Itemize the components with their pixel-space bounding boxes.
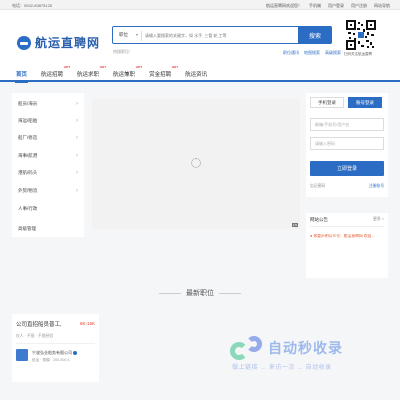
- map-search-link[interactable]: 地图搜索: [304, 50, 320, 56]
- announcement-item[interactable]: ● 郑重声明公众号：航运直聘网 欢迎...: [310, 234, 384, 239]
- login-panel: 手机登录 账号登录 邮箱/手机号/用户名 请输入密码 立即登录 忘记密码 注册账…: [306, 93, 388, 197]
- category-item[interactable]: 船厂/修造: [12, 130, 84, 146]
- company-logo-icon: [16, 349, 28, 361]
- search-bar: 职位 搜索: [112, 26, 332, 44]
- nav-news[interactable]: 航运资讯: [185, 70, 207, 78]
- company-name-text: 宁波弘业船务有限公司: [32, 350, 72, 355]
- login-link[interactable]: 用户登录: [328, 3, 344, 9]
- category-item[interactable]: 外贸/物流: [12, 183, 84, 199]
- nav-shipping-jobs-label: 航运招聘: [41, 72, 64, 78]
- hot-badge: HOT: [171, 65, 179, 69]
- section-title: 最新职位: [0, 288, 400, 298]
- forgot-password-link[interactable]: 忘记密码: [310, 184, 325, 189]
- watermark-subtitle: 做上链接 → 来访一次 → 自动收录: [232, 365, 332, 371]
- site-logo[interactable]: 航运直聘网: [17, 34, 100, 51]
- category-item[interactable]: 海运/船舶: [12, 113, 84, 129]
- nav-home[interactable]: 首页: [14, 70, 29, 83]
- nav-news-label: 航运资讯: [185, 72, 208, 78]
- job-title[interactable]: 公司直招船员普工,: [16, 320, 62, 328]
- job-salary: 8K-15K: [79, 321, 95, 326]
- job-card[interactable]: 公司直招船员普工, 8K-15K 仅人 · 不限 · 不限经验 宁波弘业船务有限…: [12, 314, 99, 382]
- category-item[interactable]: 船员/海员: [12, 96, 84, 112]
- company-name[interactable]: 宁波弘业船务有限公司: [32, 350, 77, 356]
- announcement-panel: 网站公告 更多 > ● 郑重声明公众号：航运直聘网 欢迎...: [306, 213, 388, 278]
- tab-phone-login[interactable]: 手机登录: [310, 97, 344, 108]
- main-nav: 首页 航运招聘 HOT 航运求职 HOT 航运兼职 HOT 赏金招聘 HOT 航运资讯: [0, 65, 400, 83]
- category-menu: 船员/海员 海运/船舶 船厂/修造 海事/航港 港航/码头 外贸/物流 人事/行…: [12, 93, 84, 237]
- nav-home-label: 首页: [16, 72, 28, 78]
- search-input[interactable]: [145, 29, 295, 42]
- company-desc: 航运 · 规模：200-500人: [32, 358, 70, 362]
- login-button[interactable]: 立即登录: [310, 161, 384, 176]
- qr-caption: 扫码关注航运直聘: [344, 52, 372, 56]
- category-item[interactable]: 港航/码头: [12, 165, 84, 181]
- category-item[interactable]: 海事/航港: [12, 148, 84, 164]
- register-account-link[interactable]: 注册账号: [369, 184, 384, 189]
- username-field[interactable]: 邮箱/手机号/用户名: [310, 118, 384, 131]
- search-side-links: 职位通讯 地图搜索 高级搜索: [283, 50, 341, 56]
- qr-code-icon: [346, 20, 376, 50]
- hot-badge: HOT: [135, 65, 143, 69]
- announcement-title: 网站公告: [310, 217, 328, 222]
- top-links: 航运直聘网欢迎您！ 手机端 用户登录 用户注册 网站导航: [266, 3, 390, 9]
- logo-text: 航运直聘网: [35, 36, 101, 50]
- nav-part-time[interactable]: 航运兼职 HOT: [113, 65, 142, 78]
- verified-icon: [73, 350, 77, 355]
- job-subscribe-link[interactable]: 职位通讯: [283, 50, 299, 56]
- banner-carousel[interactable]: 1/5: [92, 99, 300, 229]
- divider: [16, 343, 95, 344]
- search-category-select[interactable]: 职位: [119, 32, 138, 38]
- mobile-link[interactable]: 手机端: [309, 3, 321, 9]
- job-meta: 仅人 · 不限 · 不限经验: [16, 334, 54, 338]
- nav-bounty-jobs[interactable]: 赏金招聘 HOT: [149, 65, 178, 78]
- site-nav-link[interactable]: 网站导航: [374, 3, 390, 9]
- announcement-more-link[interactable]: 更多 >: [373, 217, 384, 223]
- nav-bounty-jobs-label: 赏金招聘: [149, 72, 172, 78]
- hot-badge: HOT: [99, 65, 107, 69]
- advanced-search-link[interactable]: 高级搜索: [325, 50, 341, 56]
- top-bar: 电话：0532-83875125 航运直聘网欢迎您！ 手机端 用户登录 用户注册…: [0, 0, 400, 10]
- hot-badge: HOT: [63, 65, 71, 69]
- hot-search-label: 热搜职位：: [113, 49, 133, 54]
- category-item[interactable]: 高级管理: [12, 221, 84, 237]
- ship-logo-icon: [17, 35, 31, 50]
- search-divider: [141, 31, 142, 41]
- banner-page-indicator: 1/5: [291, 223, 298, 227]
- watermark-title: 自动秒收录: [268, 340, 343, 356]
- loading-spinner-icon: [191, 158, 201, 168]
- nav-job-seeking[interactable]: 航运求职 HOT: [77, 65, 106, 78]
- watermark-logo-icon: [228, 334, 268, 362]
- nav-job-seeking-label: 航运求职: [77, 72, 100, 78]
- register-link[interactable]: 用户注册: [351, 3, 367, 9]
- search-button[interactable]: 搜索: [298, 26, 332, 44]
- welcome-text: 航运直聘网欢迎您！: [266, 3, 302, 8]
- category-item[interactable]: 人事/行政: [12, 201, 84, 217]
- nav-part-time-label: 航运兼职: [113, 72, 136, 78]
- nav-shipping-jobs[interactable]: 航运招聘 HOT: [41, 65, 70, 78]
- tab-account-login[interactable]: 账号登录: [348, 97, 382, 108]
- contact-phone: 电话：0532-83875125: [12, 3, 53, 8]
- password-field[interactable]: 请输入密码: [310, 137, 384, 150]
